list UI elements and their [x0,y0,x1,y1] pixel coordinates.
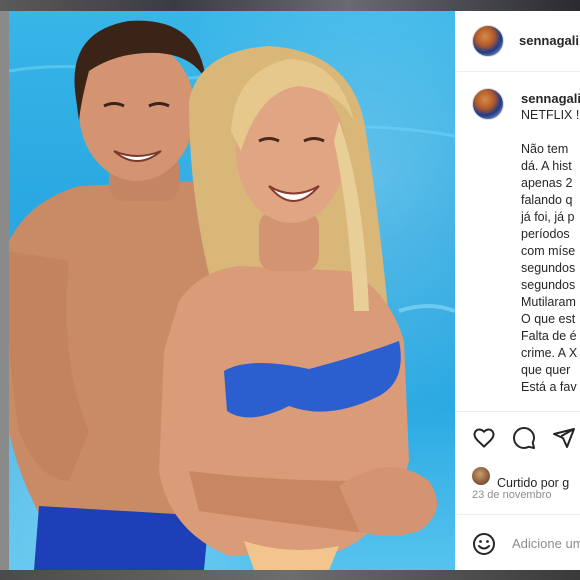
browser-top-strip [0,0,580,11]
caption-author-username[interactable]: sennagali [521,91,580,106]
caption-line: crime. A X [521,346,578,360]
send-icon[interactable] [552,426,576,450]
author-avatar[interactable] [472,25,504,57]
caption-line: falando q [521,193,573,207]
caption-line: O que est [521,312,576,326]
liked-by-text[interactable]: Curtido por g [497,476,569,490]
comment-icon[interactable] [512,426,536,450]
caption-line: segundos [521,278,576,292]
comment-divider [455,514,580,515]
comment-input[interactable]: Adicione um [512,536,580,551]
caption-line: com míse [521,244,576,258]
caption-line: segundos [521,261,576,275]
actions-divider [455,411,580,412]
caption-line: períodos [521,227,570,241]
post-date[interactable]: 23 de novembro [472,489,552,501]
caption-line: apenas 2 [521,176,573,190]
caption-line: Mutilaram [521,295,576,309]
header-divider [455,71,580,72]
caption-author-avatar[interactable] [472,88,504,120]
caption-line: dá. A hist [521,159,572,173]
author-username-header[interactable]: sennagali [519,33,579,48]
emoji-icon[interactable] [472,532,496,556]
caption-line: Não tem [521,142,569,156]
couple-in-pool-illustration [9,20,455,570]
caption-line: NETFLIX ! [521,108,580,122]
caption-line: que quer [521,363,571,377]
heart-icon[interactable] [472,426,496,450]
caption-line: Falta de é [521,329,577,343]
caption-line: já foi, já p [521,210,575,224]
backdrop-left [0,11,9,570]
backdrop-bottom-strip [0,570,580,580]
post-photo[interactable] [9,11,455,570]
liked-by-avatar[interactable] [472,467,490,485]
post-panel: sennagali sennagali NETFLIX ! Não tem dá… [455,11,580,570]
caption-line: Está a fav [521,380,577,394]
